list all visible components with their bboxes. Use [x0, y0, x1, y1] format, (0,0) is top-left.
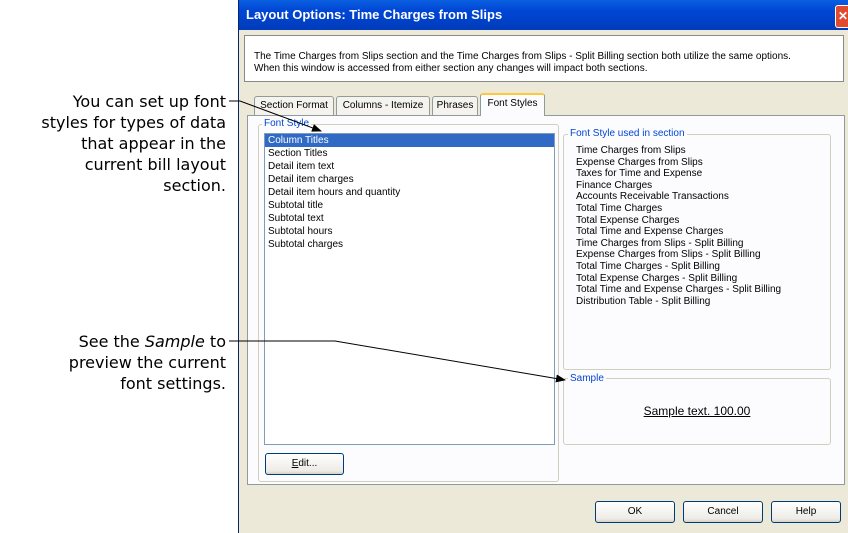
list-item: Distribution Table - Split Billing	[576, 295, 711, 307]
callout-line: See the Sample to	[78, 332, 226, 351]
list-item[interactable]: Column Titles	[265, 134, 554, 147]
list-item: Total Time Charges	[576, 202, 663, 214]
cancel-button[interactable]: Cancel	[683, 501, 763, 523]
tab-columns-itemize[interactable]: Columns - Itemize	[336, 96, 430, 115]
list-item: Taxes for Time and Expense	[576, 168, 703, 180]
list-item[interactable]: Detail item hours and quantity	[265, 186, 554, 199]
sample-group-label: Sample	[568, 373, 606, 385]
list-item: Total Time and Expense Charges - Split B…	[576, 284, 782, 296]
sample-callout: See the Sample to preview the current fo…	[0, 331, 226, 394]
list-item[interactable]: Detail item text	[265, 160, 554, 173]
callout-line: You can set up font	[72, 92, 226, 111]
list-item[interactable]: Subtotal text	[265, 212, 554, 225]
list-item: Total Expense Charges - Split Billing	[576, 272, 738, 284]
description-line: The Time Charges from Slips section and …	[254, 51, 791, 62]
list-item[interactable]: Subtotal title	[265, 199, 554, 212]
callout-line: current bill layout	[84, 155, 226, 174]
list-item[interactable]: Subtotal hours	[265, 225, 554, 238]
list-item: Total Time and Expense Charges	[576, 226, 724, 238]
list-item: Expense Charges from Slips	[576, 156, 703, 168]
title-bar[interactable]: Layout Options: Time Charges from Slips	[239, 0, 848, 30]
list-item[interactable]: Section Titles	[265, 147, 554, 160]
close-icon[interactable]	[835, 5, 848, 28]
callout-line: that appear in the	[81, 134, 226, 153]
section-description: The Time Charges from Slips section and …	[244, 35, 844, 82]
tab-font-styles[interactable]: Font Styles	[480, 93, 545, 116]
font-style-used-label: Font Style used in section	[568, 128, 687, 140]
font-style-used-list: Time Charges from Slips Expense Charges …	[576, 145, 826, 307]
tab-phrases[interactable]: Phrases	[432, 96, 478, 115]
ok-button[interactable]: OK	[595, 501, 675, 523]
callout-line: preview the current	[68, 353, 226, 372]
tab-section-format[interactable]: Section Format	[254, 96, 334, 115]
help-button[interactable]: Help	[771, 501, 841, 523]
font-style-list[interactable]: Column Titles Section Titles Detail item…	[264, 133, 555, 445]
window-title: Layout Options: Time Charges from Slips	[246, 7, 503, 22]
list-item[interactable]: Subtotal charges	[265, 238, 554, 251]
callout-line: section.	[163, 176, 226, 195]
list-item: Accounts Receivable Transactions	[576, 191, 729, 203]
font-styles-callout: You can set up font styles for types of …	[0, 91, 226, 196]
callout-line: styles for types of data	[41, 113, 226, 132]
list-item: Total Expense Charges	[576, 214, 680, 226]
font-style-group-label: Font Style	[262, 118, 312, 130]
callout-line: font settings.	[120, 374, 226, 393]
list-item: Finance Charges	[576, 179, 653, 191]
edit-button[interactable]: Edit...	[265, 453, 344, 475]
list-item: Time Charges from Slips - Split Billing	[576, 237, 744, 249]
list-item[interactable]: Detail item charges	[265, 173, 554, 186]
description-line: When this window is accessed from either…	[254, 63, 648, 74]
sample-emphasis: Sample	[144, 332, 205, 351]
sample-text: Sample text. 100.00	[643, 404, 751, 418]
list-item: Expense Charges from Slips - Split Billi…	[576, 249, 761, 261]
list-item: Total Time Charges - Split Billing	[576, 260, 720, 272]
list-item: Time Charges from Slips	[576, 145, 686, 156]
